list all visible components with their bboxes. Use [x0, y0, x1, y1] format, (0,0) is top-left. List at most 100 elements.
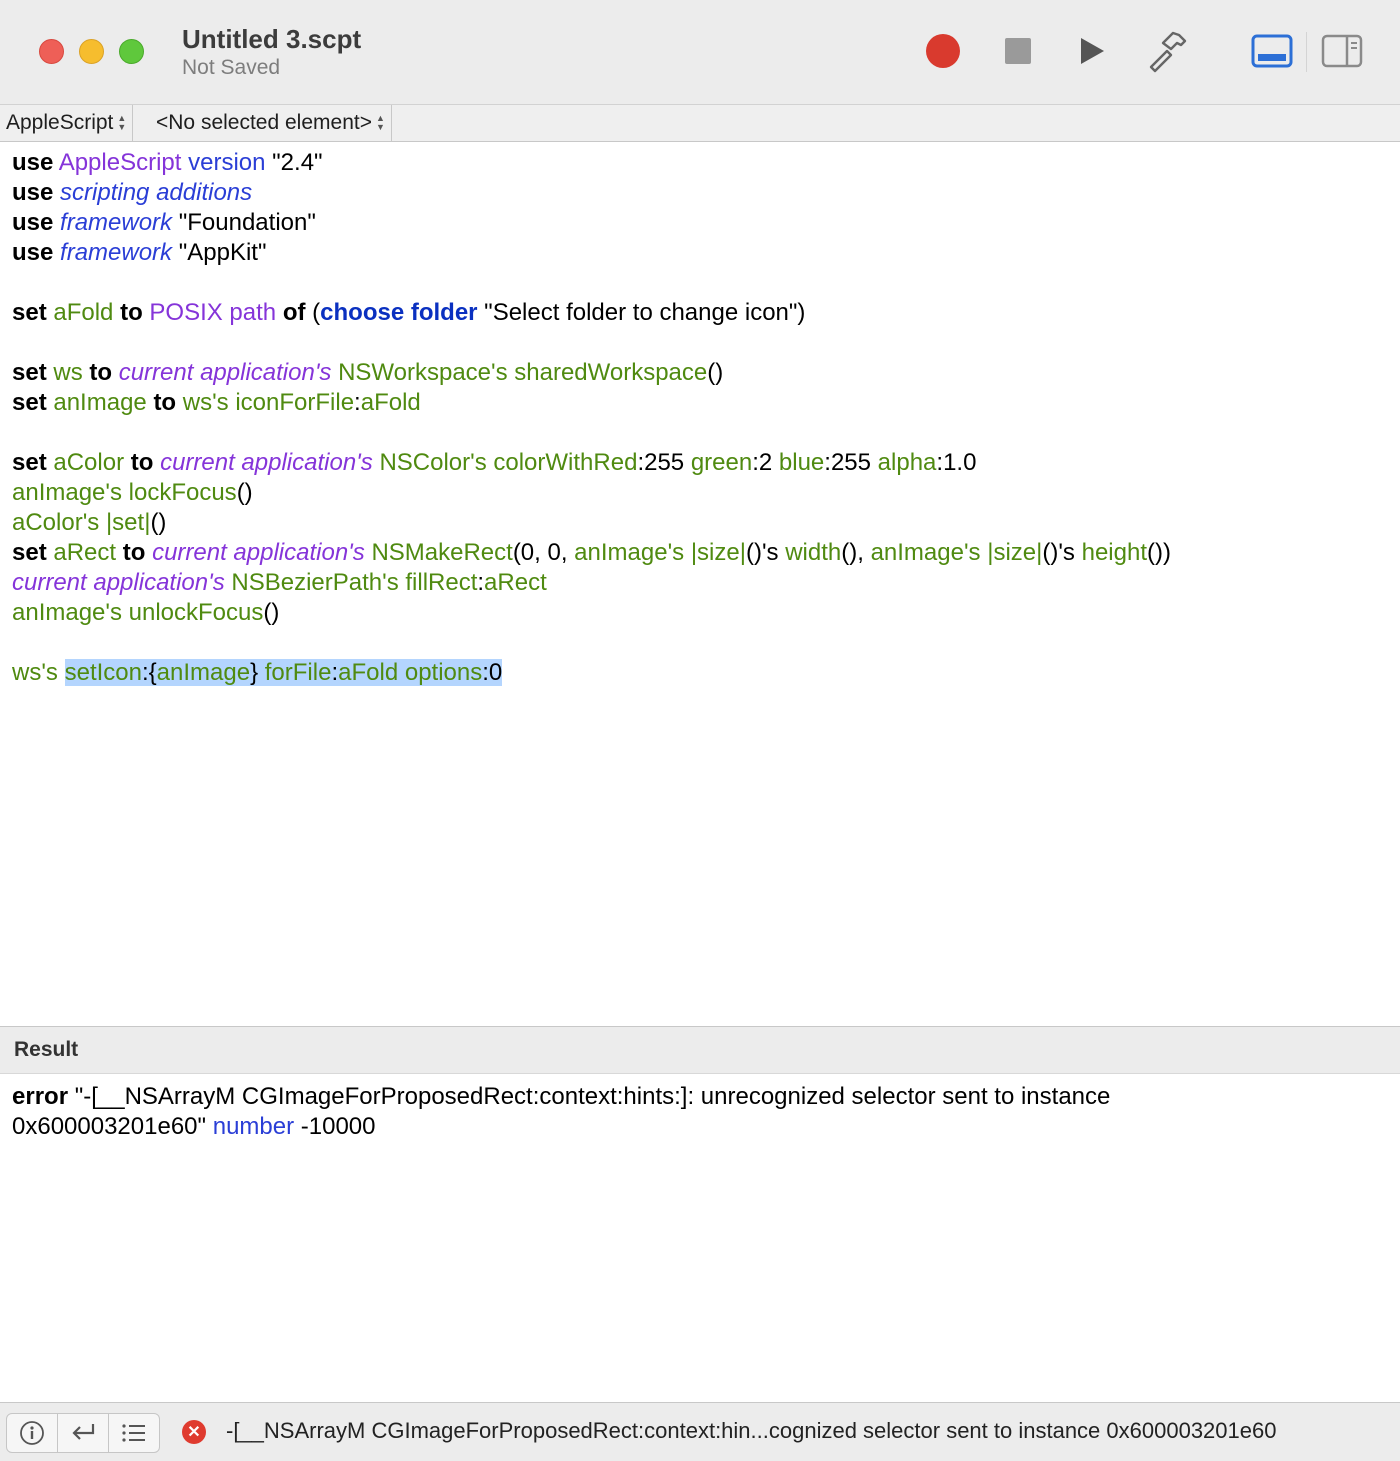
element-popup[interactable]: <No selected element> ▲ ▼ [156, 105, 392, 141]
result-header: Result [0, 1027, 1400, 1074]
error-number: -10000 [294, 1113, 376, 1140]
replies-view-button[interactable] [58, 1414, 109, 1452]
code-token: options [404, 659, 483, 686]
record-button[interactable] [920, 28, 966, 74]
code-token: set [12, 389, 47, 416]
code-token: use [12, 149, 54, 176]
code-token: current application's [12, 569, 225, 596]
close-window-button[interactable] [39, 39, 64, 64]
code-token: "Foundation" [172, 209, 316, 236]
code-token: current application's [152, 539, 365, 566]
language-label: AppleScript [6, 111, 114, 134]
minimize-window-button[interactable] [79, 39, 104, 64]
error-message-line2: 0x600003201e60" [12, 1113, 207, 1140]
show-inspector-button[interactable] [1319, 28, 1365, 74]
compile-button[interactable] [1144, 28, 1190, 74]
code-line: use AppleScript version "2.4" [12, 148, 1392, 178]
code-token: use [12, 209, 54, 236]
code-token: NSWorkspace's sharedWorkspace [338, 359, 708, 386]
messages-view-button[interactable] [109, 1414, 159, 1452]
code-token: anImage [156, 659, 251, 686]
code-token: :255 [637, 449, 691, 476]
code-token: (0, 0, [512, 539, 575, 566]
reply-arrow-icon [72, 1424, 95, 1440]
result-text[interactable]: error "-[__NSArrayM CGImageForProposedRe… [12, 1082, 1382, 1142]
code-token: setIcon [64, 659, 142, 686]
result-view-button[interactable] [7, 1414, 58, 1452]
code-token: ws [53, 359, 83, 386]
code-line: use framework "Foundation" [12, 208, 1392, 238]
code-token: framework [60, 239, 173, 266]
code-token: aColor's |set| [12, 509, 151, 536]
code-token: () [236, 479, 253, 506]
script-editor[interactable]: use AppleScript version "2.4" use scripti… [12, 148, 1392, 1018]
code-token: aFold [338, 659, 399, 686]
code-token: of [282, 299, 306, 326]
result-title: Result [14, 1038, 79, 1061]
code-line: use scripting additions [12, 178, 1392, 208]
code-token: () [150, 509, 167, 536]
code-line: set ws to current application's NSWorksp… [12, 358, 1392, 388]
error-x-icon: ✕ [182, 1420, 206, 1444]
code-token: to [120, 299, 143, 326]
code-token: ( [305, 299, 321, 326]
code-token: anImage's |size| [574, 539, 746, 566]
code-token: :255 [824, 449, 878, 476]
log-view-segmented-control[interactable] [6, 1413, 160, 1453]
record-icon [926, 34, 960, 68]
show-inspector-icon [1321, 34, 1363, 68]
code-token: anImage's unlockFocus [12, 599, 264, 626]
code-line: set anImage to ws's iconForFile:aFold [12, 388, 1392, 418]
code-token: ()'s [1042, 539, 1082, 566]
code-line: anImage's unlockFocus() [12, 598, 1392, 628]
error-keyword: error [12, 1083, 69, 1110]
code-token: aFold [53, 299, 114, 326]
code-token: "Select folder to change icon") [477, 299, 806, 326]
code-token: choose folder [320, 299, 478, 326]
updown-chevron-icon: ▲ ▼ [375, 113, 385, 132]
compile-hammer-icon [1149, 31, 1187, 73]
run-button[interactable] [1068, 28, 1114, 74]
show-log-icon [1251, 34, 1293, 68]
code-token: green [690, 449, 753, 476]
code-token: "2.4" [265, 149, 323, 176]
code-token: use [12, 179, 54, 206]
code-token: :0 [482, 659, 503, 686]
code-token: () [707, 359, 724, 386]
code-token: } [250, 659, 265, 686]
error-message-line1: "-[__NSArrayM CGImageForProposedRect:con… [68, 1083, 1111, 1110]
zoom-window-button[interactable] [119, 39, 144, 64]
code-token: ()) [1146, 539, 1171, 566]
code-token: to [130, 449, 154, 476]
language-popup[interactable]: AppleScript ▲ ▼ [6, 105, 134, 141]
code-line: use framework "AppKit" [12, 238, 1392, 268]
element-label: <No selected element> [156, 111, 372, 134]
stop-button[interactable] [995, 28, 1041, 74]
code-token: forFile [264, 659, 332, 686]
code-token: : [354, 389, 361, 416]
code-line: set aRect to current application's NSMak… [12, 538, 1392, 568]
run-icon [1081, 38, 1104, 64]
updown-chevron-icon: ▲ ▼ [117, 113, 127, 132]
code-token: anImage [53, 389, 147, 416]
code-token: ws's [12, 659, 58, 686]
code-token: scripting additions [60, 179, 253, 206]
code-token: framework [60, 209, 173, 236]
code-token: blue [778, 449, 825, 476]
code-token: current application's [118, 359, 332, 386]
code-line: set aFold to POSIX path of (choose folde… [12, 298, 1392, 328]
code-token: height [1081, 539, 1147, 566]
code-token: anImage's lockFocus [12, 479, 237, 506]
code-line: aColor's |set|() [12, 508, 1392, 538]
code-line: ws's setIcon:{anImage} forFile:aFold opt… [12, 658, 1392, 688]
show-log-button[interactable] [1249, 28, 1295, 74]
code-token: ()'s [745, 539, 786, 566]
toolbar-separator [1306, 32, 1307, 72]
